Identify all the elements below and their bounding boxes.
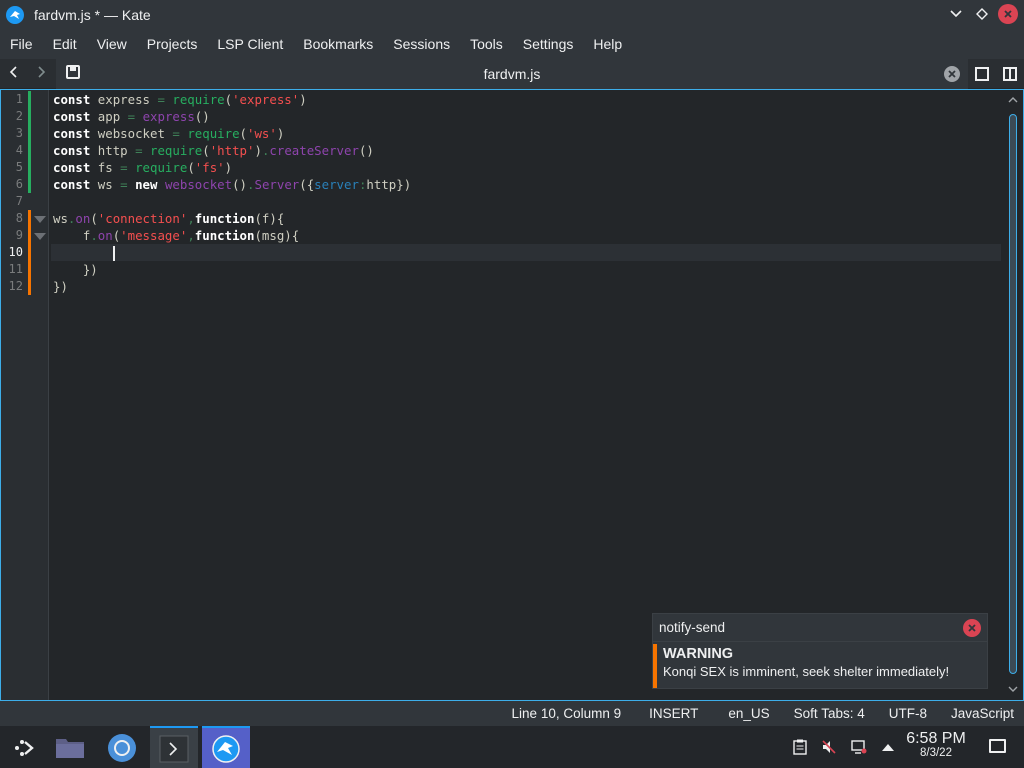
file-manager-icon[interactable] [46, 726, 94, 768]
cursor-position[interactable]: Line 10, Column 9 [502, 706, 632, 721]
scroll-down-icon[interactable] [1008, 685, 1018, 696]
code-line: const ws = new websocket().Server({serve… [53, 177, 412, 192]
menu-bar: File Edit View Projects LSP Client Bookm… [0, 30, 1024, 59]
indentation-setting[interactable]: Soft Tabs: 4 [782, 706, 877, 721]
new-document-icon[interactable] [975, 67, 989, 81]
menu-projects[interactable]: Projects [137, 30, 208, 59]
menu-file[interactable]: File [0, 30, 43, 59]
code-line: const app = express() [53, 109, 210, 124]
close-window-button[interactable] [998, 4, 1018, 24]
menu-help[interactable]: Help [583, 30, 632, 59]
tab-bar: fardvm.js [0, 59, 1024, 89]
menu-bookmarks[interactable]: Bookmarks [293, 30, 383, 59]
show-desktop-icon[interactable] [989, 739, 1006, 753]
clock-time: 6:58 PM [906, 730, 966, 747]
line-number: 2 [15, 109, 23, 123]
line-number: 11 [8, 262, 23, 276]
scroll-up-icon[interactable] [1008, 96, 1018, 107]
clock[interactable]: 6:58 PM 8/3/22 [900, 730, 972, 759]
menu-view[interactable]: View [87, 30, 137, 59]
notification-body: WARNING Konqi SEX is imminent, seek shel… [653, 644, 987, 688]
window-title: fardvm.js * — Kate [34, 7, 151, 23]
input-mode[interactable]: INSERT [631, 706, 716, 721]
maximize-icon[interactable] [972, 4, 992, 24]
code-line: f.on('message',function(msg){ [53, 228, 300, 243]
line-number: 5 [15, 160, 23, 174]
application-launcher-icon[interactable] [0, 726, 48, 768]
fold-icon[interactable] [34, 233, 46, 240]
forward-icon[interactable] [33, 65, 49, 83]
clipboard-icon[interactable] [792, 739, 808, 755]
line-number: 9 [15, 228, 23, 242]
minimize-icon[interactable] [946, 4, 966, 24]
terminal-task-icon[interactable] [150, 726, 198, 768]
tab-fardvm-js[interactable]: fardvm.js [56, 59, 968, 89]
tab-close-icon[interactable] [944, 66, 960, 82]
unsaved-change-marker [28, 210, 31, 295]
line-number: 8 [15, 211, 23, 225]
volume-muted-icon[interactable] [821, 739, 837, 755]
code-line: const fs = require('fs') [53, 160, 233, 175]
taskbar: 6:58 PM 8/3/22 [0, 725, 1024, 768]
code-line: ws.on('connection',function(f){ [53, 211, 285, 226]
menu-sessions[interactable]: Sessions [383, 30, 460, 59]
show-hidden-icons-icon[interactable] [880, 739, 896, 755]
title-bar: fardvm.js * — Kate [0, 0, 1024, 30]
line-number: 4 [15, 143, 23, 157]
scrollbar-thumb[interactable] [1009, 114, 1017, 674]
menu-tools[interactable]: Tools [460, 30, 513, 59]
kate-app-icon[interactable] [6, 6, 24, 24]
line-number: 3 [15, 126, 23, 140]
code-line: }) [53, 279, 68, 294]
saved-change-marker [28, 91, 31, 193]
tab-label: fardvm.js [483, 66, 541, 82]
code-line: }) [53, 262, 98, 277]
kate-task-icon[interactable] [202, 726, 250, 768]
menu-lsp-client[interactable]: LSP Client [207, 30, 293, 59]
line-number: 12 [8, 279, 23, 293]
split-view-icon[interactable] [1003, 67, 1017, 81]
code-area[interactable]: const express = require('express') const… [51, 91, 1001, 699]
code-line: const websocket = require('ws') [53, 126, 285, 141]
notification-app-name: notify-send [653, 614, 987, 642]
line-number: 1 [15, 92, 23, 106]
notification-popup[interactable]: notify-send WARNING Konqi SEX is imminen… [652, 613, 988, 689]
chromium-browser-icon[interactable] [98, 726, 146, 768]
line-number: 6 [15, 177, 23, 191]
network-icon[interactable] [851, 739, 867, 755]
code-line: const express = require('express') [53, 92, 307, 107]
notification-title: WARNING [663, 646, 734, 662]
fold-icon[interactable] [34, 216, 46, 223]
status-bar: Line 10, Column 9 INSERT en_US Soft Tabs… [0, 701, 1024, 725]
notification-text: Konqi SEX is imminent, seek shelter imme… [663, 664, 950, 679]
encoding[interactable]: UTF-8 [877, 706, 939, 721]
line-numbers: 1 2 3 4 5 6 7 8 9 10 11 12 [1, 91, 23, 295]
text-cursor [112, 246, 115, 261]
menu-settings[interactable]: Settings [513, 30, 584, 59]
code-line-current [51, 244, 1001, 261]
notification-close-button[interactable] [963, 619, 981, 637]
clock-date: 8/3/22 [920, 747, 952, 759]
syntax-mode[interactable]: JavaScript [939, 706, 1024, 721]
line-number: 7 [15, 194, 23, 208]
back-icon[interactable] [6, 65, 22, 83]
editor-view[interactable]: 1 2 3 4 5 6 7 8 9 10 11 12 const express… [0, 89, 1024, 701]
spellcheck-language[interactable]: en_US [716, 706, 781, 721]
menu-edit[interactable]: Edit [43, 30, 87, 59]
line-number-gutter: 1 2 3 4 5 6 7 8 9 10 11 12 [1, 90, 49, 700]
code-line: const http = require('http').createServe… [53, 143, 374, 158]
line-number-current: 10 [8, 245, 23, 259]
vertical-scrollbar[interactable] [1005, 94, 1021, 694]
